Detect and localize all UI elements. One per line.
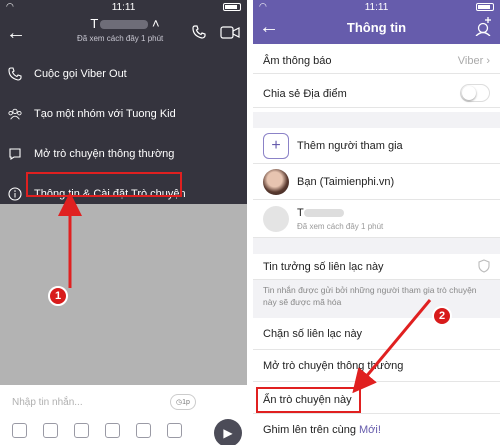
annotation-arrows — [58, 192, 432, 394]
step-badge-1: 1 — [48, 286, 68, 306]
step-badge-2: 2 — [432, 306, 452, 326]
